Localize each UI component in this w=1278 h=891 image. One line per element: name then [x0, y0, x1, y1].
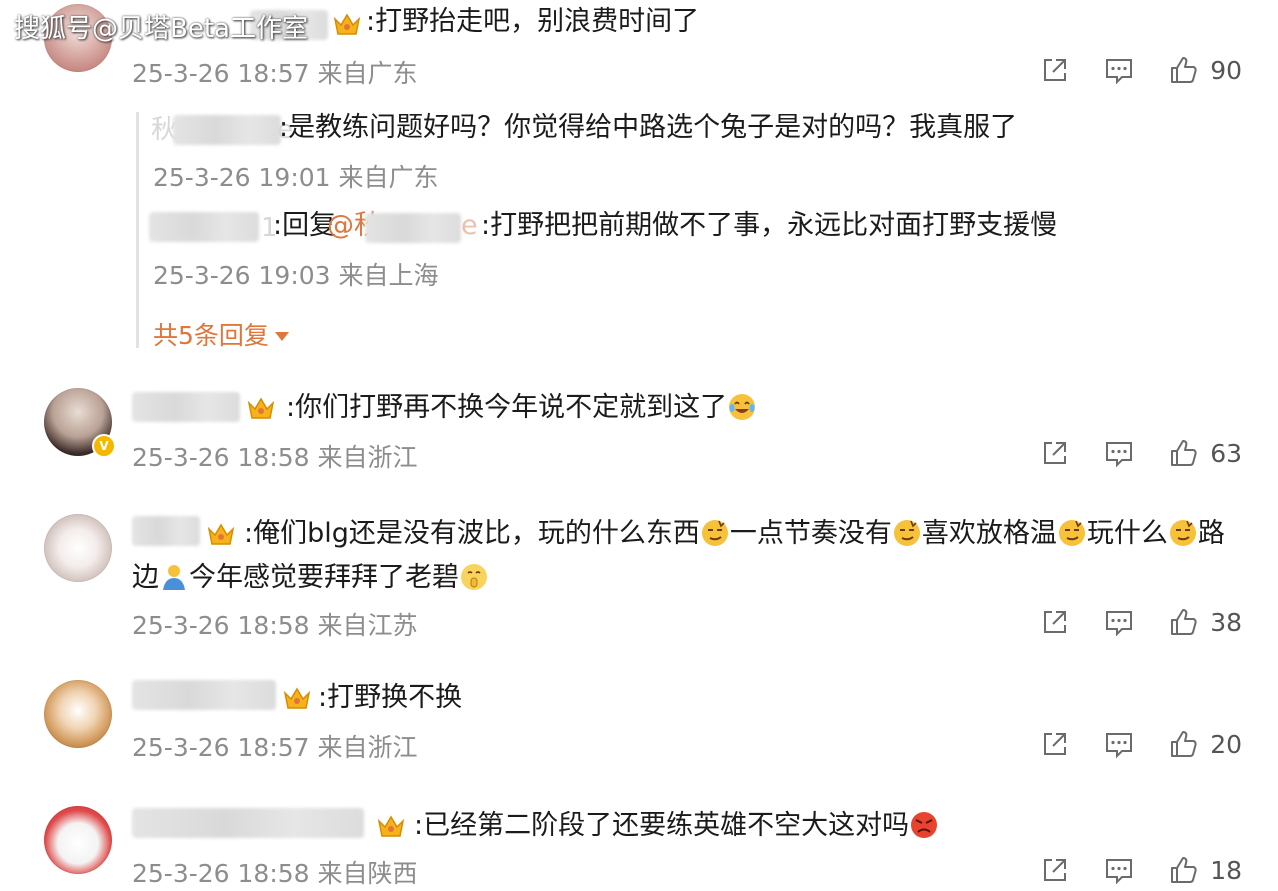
username-blurred[interactable] [132, 808, 364, 838]
like-count: 20 [1210, 729, 1242, 759]
comment-meta: 25-3-26 18:57 来自广东 [132, 59, 418, 88]
watermark: 搜狐号@贝塔Beta工作室 [14, 14, 308, 44]
comment-text-line1: :俺们blg还是没有波比，玩的什么东西 一点节奏没有 喜欢放格温 玩什么路 [244, 512, 1225, 556]
comment-icon[interactable] [1102, 605, 1136, 639]
reply-mention[interactable]: @秋 e [327, 204, 487, 248]
comment-actions: 18 [1038, 853, 1242, 887]
username-blurred[interactable] [132, 392, 240, 422]
hush-emoji-icon [461, 564, 487, 590]
comment-meta: 25-3-26 18:58 来自陕西 [132, 859, 418, 888]
more-replies-label: 共5条回复 [153, 321, 269, 350]
angry-face-emoji-icon [911, 812, 938, 838]
mention-suffix: e [461, 210, 478, 241]
share-icon[interactable] [1038, 436, 1072, 470]
crown-badge-icon [207, 523, 235, 545]
smirk-emoji-icon [1058, 520, 1085, 546]
comment-text-body: :你们打野再不换今年说不定就到这了 [286, 392, 728, 423]
person-emoji-icon [163, 565, 185, 590]
comment-text-segment: :俺们blg还是没有波比，玩的什么东西 [244, 518, 700, 549]
comment-meta: 25-3-26 18:58 来自浙江 [132, 443, 418, 472]
smirk-emoji-icon [701, 520, 728, 546]
comment-text-segment: 喜欢放格温 [921, 518, 1057, 549]
share-icon[interactable] [1038, 727, 1072, 761]
like-count: 38 [1210, 607, 1242, 637]
comment-text-segment: 路 [1197, 518, 1225, 549]
comment-text: :已经第二阶段了还要练英雄不空大这对吗 [414, 804, 939, 848]
avatar[interactable] [44, 514, 112, 582]
comment-text-segment: 今年感觉要拜拜了老碧 [189, 562, 459, 593]
comment-actions: 63 [1038, 436, 1242, 470]
like-button[interactable]: 90 [1166, 53, 1242, 87]
like-button[interactable]: 38 [1166, 605, 1242, 639]
replies-thread: 秋 e :是教练问题好吗？你觉得给中路选个兔子是对的吗？我真服了 25-3-26… [136, 112, 1139, 350]
username-blurred[interactable] [132, 680, 276, 710]
comment-item: :已经第二阶段了还要练英雄不空大这对吗 25-3-26 18:58 来自陕西 1… [0, 796, 1278, 890]
thumbs-up-icon [1166, 853, 1200, 887]
comment-icon[interactable] [1102, 436, 1136, 470]
thumbs-up-icon [1166, 53, 1200, 87]
reply-meta: 25-3-26 19:01 来自广东 [153, 163, 439, 192]
comment-text: :打野换不换 [318, 682, 463, 713]
verified-badge-icon: V [92, 434, 116, 458]
comment-item: :打野换不换 25-3-26 18:57 来自浙江 20 [0, 670, 1278, 770]
comment-text: :打野抬走吧，别浪费时间了 [366, 6, 700, 37]
username-blurred [173, 115, 281, 145]
comment-actions: 20 [1038, 727, 1242, 761]
comment-item: :俺们blg还是没有波比，玩的什么东西 一点节奏没有 喜欢放格温 玩什么路 边今年感觉… [0, 510, 1278, 650]
thumbs-up-icon [1166, 436, 1200, 470]
comment-text-segment: 玩什么 [1086, 518, 1168, 549]
comment-icon[interactable] [1102, 53, 1136, 87]
thumbs-up-icon [1166, 727, 1200, 761]
reply-text: :是教练问题好吗？你觉得给中路选个兔子是对的吗？我真服了 [279, 112, 1018, 143]
reply-item: 1 :回复 @秋 e :打野把把前期做不了事，永远比对面打野支援慢 25-3-2… [139, 208, 1139, 298]
share-icon[interactable] [1038, 53, 1072, 87]
username-blurred[interactable] [149, 212, 259, 242]
reply-text: :打野把把前期做不了事，永远比对面打野支援慢 [481, 210, 1058, 241]
like-button[interactable]: 20 [1166, 727, 1242, 761]
avatar[interactable] [44, 806, 112, 874]
like-count: 63 [1210, 438, 1242, 468]
like-button[interactable]: 18 [1166, 853, 1242, 887]
crown-badge-icon [247, 397, 275, 419]
username-blurred[interactable] [132, 516, 200, 546]
more-replies-link[interactable]: 共5条回复 [153, 316, 289, 352]
comment-text-segment: 边 [132, 562, 159, 593]
smirk-emoji-icon [1169, 520, 1196, 546]
comment-icon[interactable] [1102, 853, 1136, 887]
comment-actions: 38 [1038, 605, 1242, 639]
comment-text-line2: 边今年感觉要拜拜了老碧 [132, 556, 489, 600]
crown-badge-icon [333, 13, 361, 35]
like-count: 18 [1210, 855, 1242, 885]
reply-username[interactable]: 秋 e [151, 112, 293, 152]
comment-text-body: :已经第二阶段了还要练英雄不空大这对吗 [414, 810, 910, 841]
like-count: 90 [1210, 55, 1242, 85]
comment-text: :你们打野再不换今年说不定就到这了 [286, 386, 757, 430]
reply-item: 秋 e :是教练问题好吗？你觉得给中路选个兔子是对的吗？我真服了 25-3-26… [139, 112, 1139, 202]
laughing-tears-emoji-icon [729, 394, 756, 420]
mention-blurred [365, 213, 461, 243]
comment-meta: 25-3-26 18:57 来自浙江 [132, 733, 418, 762]
comment-text-segment: 一点节奏没有 [729, 518, 892, 549]
comment-actions: 90 [1038, 53, 1242, 87]
comment-item: V :你们打野再不换今年说不定就到这了 25-3-26 18:58 来自浙江 6… [0, 380, 1278, 480]
avatar[interactable] [44, 680, 112, 748]
comment-meta: 25-3-26 18:58 来自江苏 [132, 611, 418, 640]
smirk-emoji-icon [893, 520, 920, 546]
crown-badge-icon [283, 687, 311, 709]
share-icon[interactable] [1038, 853, 1072, 887]
reply-meta: 25-3-26 19:03 来自上海 [153, 261, 439, 290]
comment-icon[interactable] [1102, 727, 1136, 761]
like-button[interactable]: 63 [1166, 436, 1242, 470]
thumbs-up-icon [1166, 605, 1200, 639]
share-icon[interactable] [1038, 605, 1072, 639]
crown-badge-icon [377, 815, 405, 837]
caret-down-icon [274, 332, 289, 341]
